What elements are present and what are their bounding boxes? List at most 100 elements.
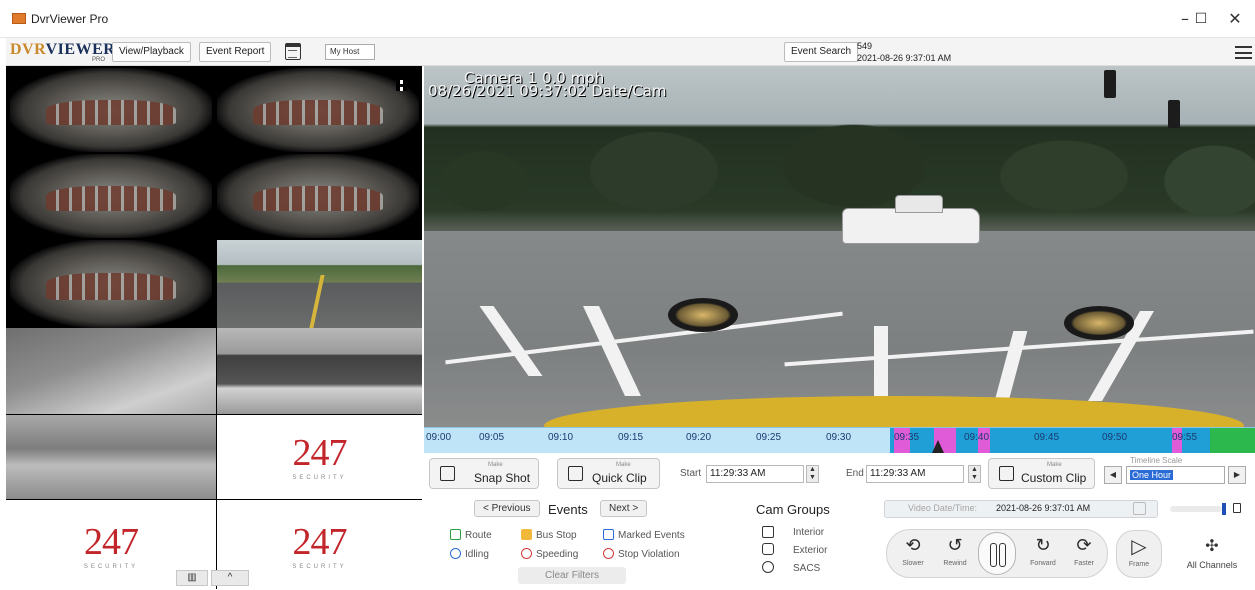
camera-grid: 247 SECURITY 247 SECURITY 247 SECURITY	[6, 66, 422, 589]
camera-tile-9[interactable]	[6, 415, 216, 499]
timeline-tick: 09:55	[1172, 432, 1198, 443]
brand-tagline: SECURITY	[292, 475, 347, 481]
camera-tile-3[interactable]	[10, 154, 212, 238]
forward-icon: ↻	[1035, 535, 1051, 556]
custom-clip-icon	[999, 466, 1014, 481]
timeline-tick: 09:20	[686, 432, 712, 443]
window-title: DvrViewer Pro	[31, 12, 109, 26]
all-channels-button[interactable]: ✣ All Channels	[1172, 535, 1252, 577]
close-button[interactable]: ✕	[1220, 8, 1250, 30]
timeline-scale-select[interactable]: One Hour	[1126, 466, 1225, 484]
traffic-light	[1168, 100, 1180, 128]
calendar-icon[interactable]	[285, 43, 301, 60]
sacs-icon	[762, 561, 774, 573]
camera-tile-1[interactable]	[10, 68, 212, 152]
logo-subtitle: PRO	[92, 57, 106, 63]
frame-label: Frame	[1128, 561, 1150, 568]
snapshot-button[interactable]: Make Snap Shot	[429, 458, 539, 489]
event-count: 549	[857, 41, 873, 51]
bus-mirror-left	[668, 298, 738, 332]
crosswalk-stripe	[874, 326, 888, 406]
timeline-tick: 09:05	[479, 432, 505, 443]
event-filter-idling[interactable]: Idling	[450, 548, 489, 560]
rewind-button[interactable]: ↺ Rewind	[935, 532, 975, 575]
cam-group-interior[interactable]: Interior	[793, 527, 824, 538]
event-filter-marked-events[interactable]: Marked Events	[603, 529, 685, 541]
camera-tile-2[interactable]	[217, 68, 419, 152]
cam-group-sacs[interactable]: SACS	[793, 563, 820, 574]
video-datetime-calendar-icon[interactable]	[1133, 502, 1146, 515]
faster-button[interactable]: ⟳ Faster	[1064, 532, 1104, 575]
timeline-scale-label: Timeline Scale	[1130, 456, 1183, 465]
speeding-icon	[521, 548, 532, 559]
end-time-spinner[interactable]: ▲ ▼	[968, 465, 981, 483]
event-search-button[interactable]: Event Search	[784, 42, 859, 62]
host-selector[interactable]: My Host	[325, 44, 375, 60]
next-event-button[interactable]: Next >	[600, 500, 648, 517]
volume-slider-handle[interactable]	[1222, 503, 1226, 515]
faster-label: Faster	[1074, 560, 1094, 567]
timeline-end-segment	[1210, 428, 1255, 453]
timeline-scale-value: One Hour	[1130, 470, 1174, 480]
event-filter-speeding[interactable]: Speeding	[521, 548, 578, 560]
video-osd-timestamp: 08/26/2021 09:37:02 Date/Cam	[428, 82, 667, 100]
slower-button[interactable]: ⟲ Slower	[893, 532, 933, 575]
cam-group-exterior[interactable]: Exterior	[793, 545, 827, 556]
frame-step-button[interactable]: ▷ Frame	[1116, 530, 1162, 578]
camera-tile-5[interactable]	[10, 240, 212, 328]
pause-button[interactable]	[978, 532, 1016, 575]
faster-icon: ⟳	[1076, 535, 1092, 556]
timeline-tick: 09:00	[426, 432, 452, 443]
start-time-spinner[interactable]: ▲ ▼	[806, 465, 819, 483]
timeline-scale-prev-button[interactable]: ◀	[1104, 466, 1122, 484]
video-scene-trees	[424, 121, 1255, 216]
video-datetime-value[interactable]: 2021-08-26 9:37:01 AM	[996, 503, 1090, 513]
forward-button[interactable]: ↻ Forward	[1023, 532, 1063, 575]
cam-groups-title: Cam Groups	[756, 502, 830, 517]
event-filter-bus-stop[interactable]: Bus Stop	[521, 529, 577, 541]
grid-layout-icon[interactable]	[396, 80, 407, 91]
speaker-icon[interactable]	[1233, 503, 1241, 513]
camera-tile-6[interactable]	[217, 240, 422, 328]
bus-stop-icon	[521, 529, 532, 540]
bus-mirror-right	[1064, 306, 1134, 340]
frame-step-icon: ▷	[1131, 534, 1147, 558]
event-filter-label: Speeding	[536, 549, 579, 560]
title-bar: DvrViewer Pro – ☐ ✕	[0, 0, 1255, 38]
collapse-up-button[interactable]: ^	[211, 570, 249, 586]
main-video-view[interactable]: Camera 1 0.0 mph 08/26/2021 09:37:02 Dat…	[424, 66, 1255, 427]
event-report-button[interactable]: Event Report	[199, 42, 272, 62]
maximize-button[interactable]: ☐	[1186, 8, 1216, 30]
camera-tile-4[interactable]	[217, 154, 419, 238]
camera-tile-7[interactable]	[6, 328, 216, 414]
timeline-tick: 09:45	[1034, 432, 1060, 443]
all-channels-label: All Channels	[1186, 560, 1238, 570]
timeline-scale-next-button[interactable]: ▶	[1228, 466, 1246, 484]
camera-tile-8[interactable]	[217, 328, 422, 414]
quick-clip-button[interactable]: Make Quick Clip	[557, 458, 660, 489]
traffic-light	[1104, 70, 1116, 98]
hamburger-menu-icon[interactable]	[1235, 46, 1252, 59]
clear-filters-button[interactable]: Clear Filters	[518, 567, 626, 584]
event-filter-route[interactable]: Route	[450, 529, 492, 541]
exterior-icon	[762, 543, 774, 555]
custom-clip-make-label: Make	[1047, 462, 1062, 468]
slower-label: Slower	[902, 560, 924, 567]
camera-tile-logo-1[interactable]: 247 SECURITY	[217, 415, 422, 499]
video-datetime-label: Video Date/Time:	[908, 503, 978, 513]
start-time-field[interactable]: 11:29:33 AM	[706, 465, 804, 483]
timeline-tick: 09:10	[548, 432, 574, 443]
volume-slider[interactable]	[1170, 506, 1222, 512]
rewind-label: Rewind	[943, 560, 967, 567]
timeline-tick: 09:50	[1102, 432, 1128, 443]
forward-label: Forward	[1030, 560, 1056, 567]
custom-clip-button[interactable]: Make Custom Clip	[988, 458, 1095, 489]
playback-timeline[interactable]: 09:00 09:05 09:10 09:15 09:20 09:25 09:3…	[424, 427, 1255, 453]
view-playback-button[interactable]: View/Playback	[112, 42, 191, 62]
events-title: Events	[548, 502, 588, 517]
event-filter-stop-violation[interactable]: Stop Violation	[603, 548, 680, 560]
previous-event-button[interactable]: < Previous	[474, 500, 540, 517]
layout-toggle-button[interactable]: ▥	[176, 570, 208, 586]
end-time-field[interactable]: 11:29:33 AM	[866, 465, 964, 483]
timeline-playhead[interactable]	[932, 440, 944, 453]
